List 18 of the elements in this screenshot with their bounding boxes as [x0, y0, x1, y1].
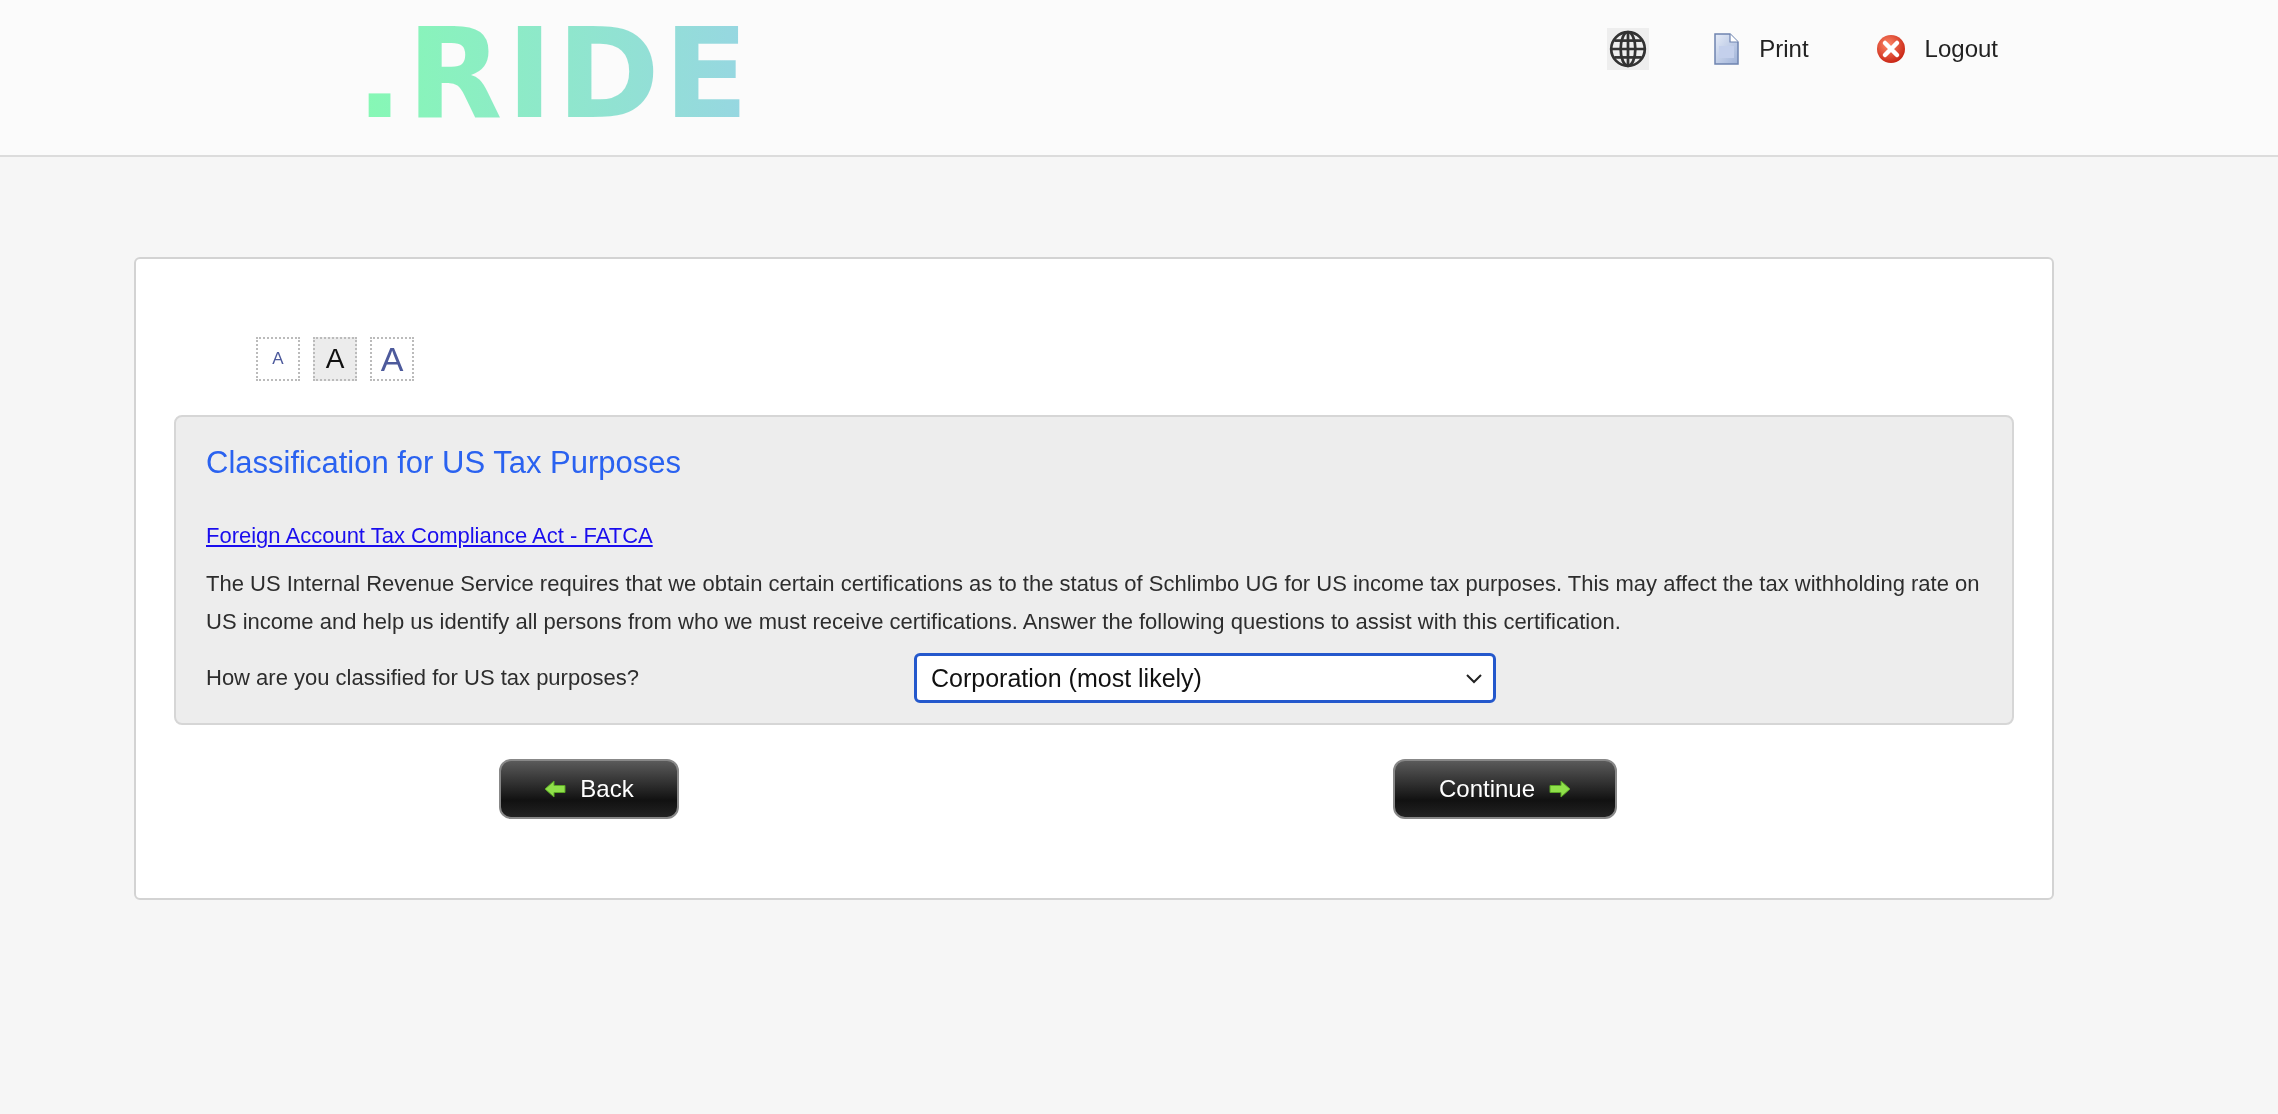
font-size-button[interactable]: A — [313, 337, 357, 381]
arrow-right-icon — [1549, 780, 1572, 798]
arrow-left-icon — [544, 780, 567, 798]
section-title: Classification for US Tax Purposes — [206, 445, 682, 481]
font-size-button[interactable]: A — [370, 337, 414, 381]
classification-dropdown[interactable]: Corporation (most likely) — [914, 653, 1496, 703]
description-text: The US Internal Revenue Service requires that we obtain certain certifications as to the status of Schlimbo UG for US income tax purposes. This may affect the tax withholding rate on US income and help us identify all persons from who we must receive certifications. Answer the following questions to assist with this certification. — [206, 570, 1981, 636]
back-button[interactable]: Back — [499, 759, 679, 819]
question-label: How are you classified for US tax purposes? — [206, 665, 640, 691]
continue-button[interactable]: Continue — [1393, 759, 1617, 819]
close-icon — [1874, 33, 1907, 65]
fatca-link[interactable]: Foreign Account Tax Compliance Act - FATCA — [206, 523, 653, 548]
logout-link[interactable]: Logout — [1874, 33, 1998, 65]
chevron-down-icon — [1465, 672, 1483, 684]
print-link[interactable]: Print — [1713, 33, 1809, 65]
font-size-button[interactable]: A — [256, 337, 300, 381]
document-icon — [1713, 33, 1742, 65]
globe-icon[interactable] — [1605, 28, 1652, 70]
